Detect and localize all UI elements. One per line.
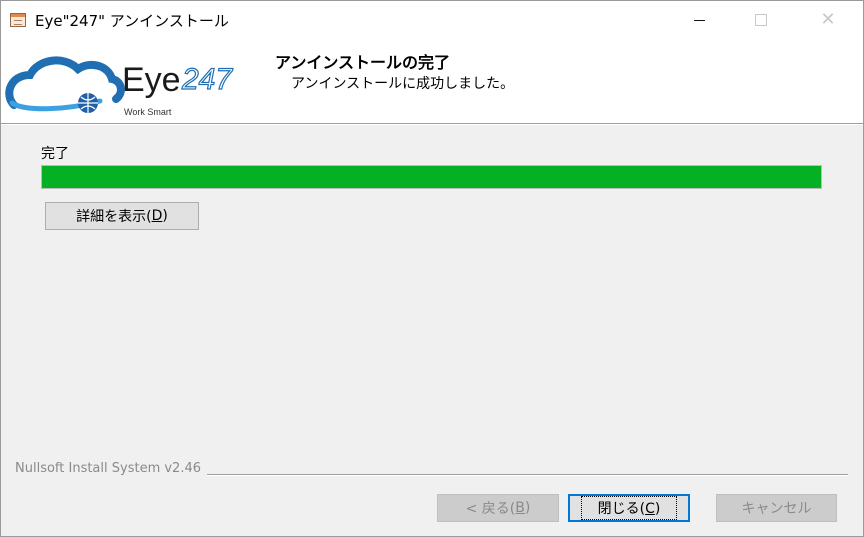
back-label-tail: ): [524, 500, 531, 516]
status-label: 完了: [41, 146, 69, 162]
header-title: アンインストールの完了: [275, 53, 451, 72]
close-accesskey: C: [645, 501, 655, 517]
nsis-branding-text: Nullsoft Install System v2.46: [15, 461, 208, 476]
back-label: < 戻る(: [465, 501, 516, 517]
cloud-swoosh-icon: [5, 56, 125, 109]
minimize-icon: [693, 19, 705, 21]
header-subtitle: アンインストールに成功しました。: [291, 76, 515, 92]
close-button-focus: 閉じる(C): [580, 496, 678, 520]
cancel-label: キャンセル: [741, 501, 812, 517]
logo-number: 247: [181, 63, 233, 96]
eye247-logo: Eye 247 Work Smart: [5, 56, 234, 117]
progress-fill: [42, 166, 821, 188]
show-details-accesskey: D: [151, 208, 163, 224]
window-title: Eye"247" アンインストール: [35, 12, 229, 30]
show-details-label-tail: ): [162, 208, 168, 224]
back-button[interactable]: < 戻る(B): [437, 494, 559, 522]
close-window-button[interactable]: ✕: [805, 1, 851, 39]
minimize-button[interactable]: [676, 1, 722, 39]
maximize-button[interactable]: [738, 1, 784, 39]
back-accesskey: B: [515, 500, 525, 516]
close-label-tail: ): [654, 501, 661, 517]
close-button[interactable]: 閉じる(C): [568, 494, 690, 522]
logo-tagline: Work Smart: [124, 107, 172, 117]
header-divider-highlight: [1, 124, 863, 125]
show-details-label: 詳細を表示(: [76, 209, 152, 225]
close-icon: ✕: [820, 9, 836, 30]
logo-text: Eye: [122, 61, 181, 99]
close-label: 閉じる(: [597, 501, 646, 517]
cancel-button[interactable]: キャンセル: [716, 494, 837, 522]
show-details-button[interactable]: 詳細を表示(D): [45, 202, 199, 230]
progress-bar: [41, 165, 822, 189]
app-window-icon[interactable]: [10, 13, 26, 27]
uninstaller-window: Eye"247" アンインストール ✕ Eye 247 Work Smart ア…: [0, 0, 864, 537]
maximize-icon: [755, 14, 767, 26]
title-bar[interactable]: Eye"247" アンインストール ✕: [1, 1, 863, 39]
